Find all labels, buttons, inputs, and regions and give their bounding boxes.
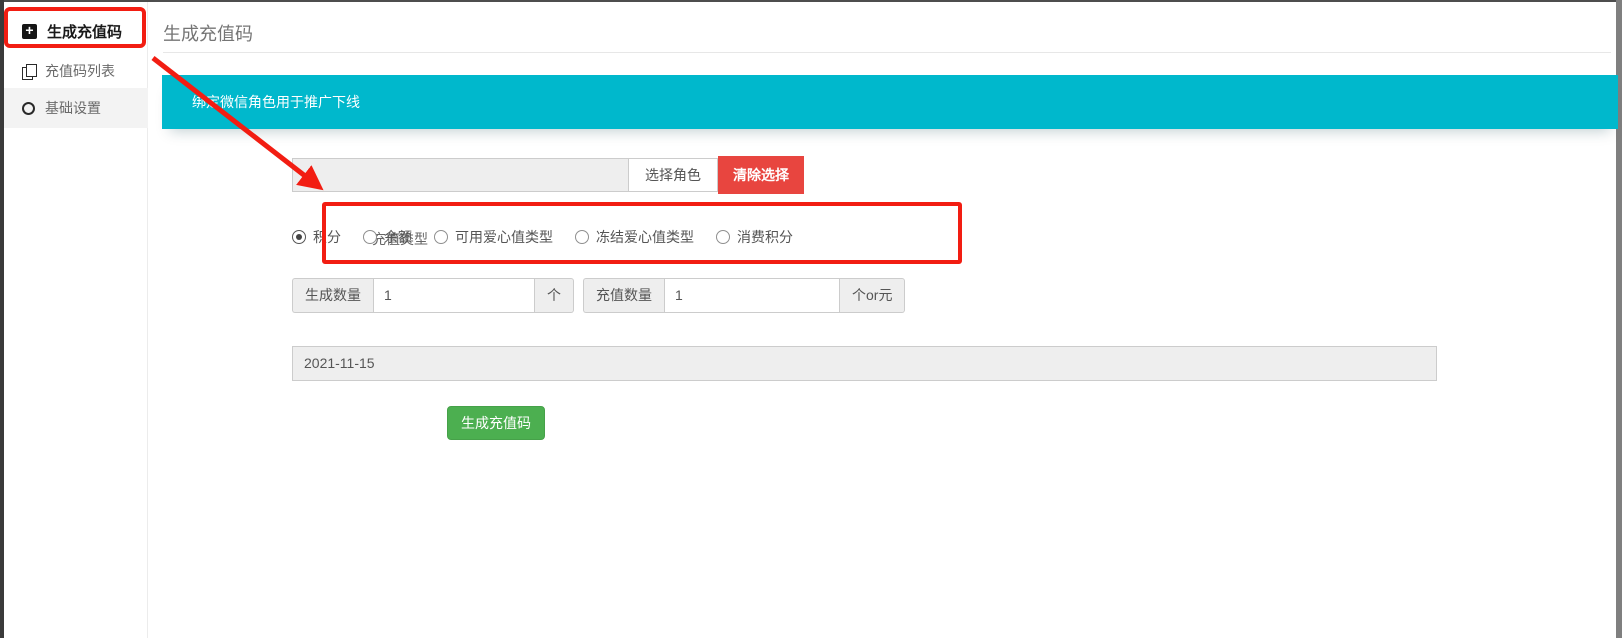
sidebar: 生成充值码 充值码列表 基础设置 xyxy=(4,2,148,638)
clear-selection-button[interactable]: 清除选择 xyxy=(718,156,804,194)
generate-qty-unit: 个 xyxy=(535,278,574,313)
recharge-code-admin-page: 生成充值码 充值码列表 基础设置 生成充值码 绑定微信角色用于推广下线 微信角色… xyxy=(0,0,1622,638)
radio-unchecked-icon[interactable] xyxy=(575,230,589,244)
generate-qty-input[interactable] xyxy=(373,278,535,313)
generate-qty-addon-label: 生成数量 xyxy=(292,278,373,313)
radio-option-points[interactable]: 积分 xyxy=(292,227,341,247)
copy-icon xyxy=(22,64,35,79)
validity-date-input[interactable] xyxy=(292,346,1437,381)
radio-label: 积分 xyxy=(313,227,341,247)
radio-unchecked-icon[interactable] xyxy=(716,230,730,244)
sidebar-item-code-list[interactable]: 充值码列表 xyxy=(4,54,148,88)
recharge-qty-addon-label: 充值数量 xyxy=(583,278,664,313)
wechat-role-row: 选择角色 清除选择 xyxy=(292,155,804,195)
generate-code-button[interactable]: 生成充值码 xyxy=(447,406,545,440)
validity-row xyxy=(292,345,1437,381)
circle-icon xyxy=(22,102,35,115)
radio-unchecked-icon[interactable] xyxy=(363,230,377,244)
radio-unchecked-icon[interactable] xyxy=(434,230,448,244)
sidebar-item-label: 生成充值码 xyxy=(47,21,122,42)
recharge-qty-unit: 个or元 xyxy=(840,278,905,313)
title-divider xyxy=(163,52,1611,53)
sidebar-item-label: 基础设置 xyxy=(45,98,101,118)
radio-label: 余额 xyxy=(384,227,412,247)
radio-option-frozen-love-value[interactable]: 冻结爱心值类型 xyxy=(575,227,694,247)
generate-qty-group: 生成数量 个 xyxy=(292,278,574,313)
page-title: 生成充值码 xyxy=(163,20,253,46)
select-role-button[interactable]: 选择角色 xyxy=(628,158,718,192)
sidebar-item-generate-code[interactable]: 生成充值码 xyxy=(4,12,148,50)
info-banner: 绑定微信角色用于推广下线 xyxy=(162,75,1618,129)
radio-checked-icon[interactable] xyxy=(292,230,306,244)
radio-label: 消费积分 xyxy=(737,227,793,247)
sidebar-item-label: 充值码列表 xyxy=(45,61,115,81)
radio-label: 可用爱心值类型 xyxy=(455,227,553,247)
radio-option-consume-points[interactable]: 消费积分 xyxy=(716,227,793,247)
code-settings-row: 生成数量 个 充值数量 个or元 xyxy=(292,277,905,313)
plus-square-icon xyxy=(22,24,37,39)
radio-option-available-love-value[interactable]: 可用爱心值类型 xyxy=(434,227,553,247)
recharge-type-row: 积分 余额 可用爱心值类型 冻结爱心值类型 消费积分 xyxy=(292,221,793,253)
recharge-qty-input[interactable] xyxy=(664,278,840,313)
radio-label: 冻结爱心值类型 xyxy=(596,227,694,247)
main-content: 生成充值码 绑定微信角色用于推广下线 xyxy=(148,2,1616,638)
radio-option-balance[interactable]: 余额 xyxy=(363,227,412,247)
wechat-role-input[interactable] xyxy=(292,158,628,192)
sidebar-item-basic-settings[interactable]: 基础设置 xyxy=(4,88,148,128)
recharge-qty-group: 充值数量 个or元 xyxy=(583,278,905,313)
